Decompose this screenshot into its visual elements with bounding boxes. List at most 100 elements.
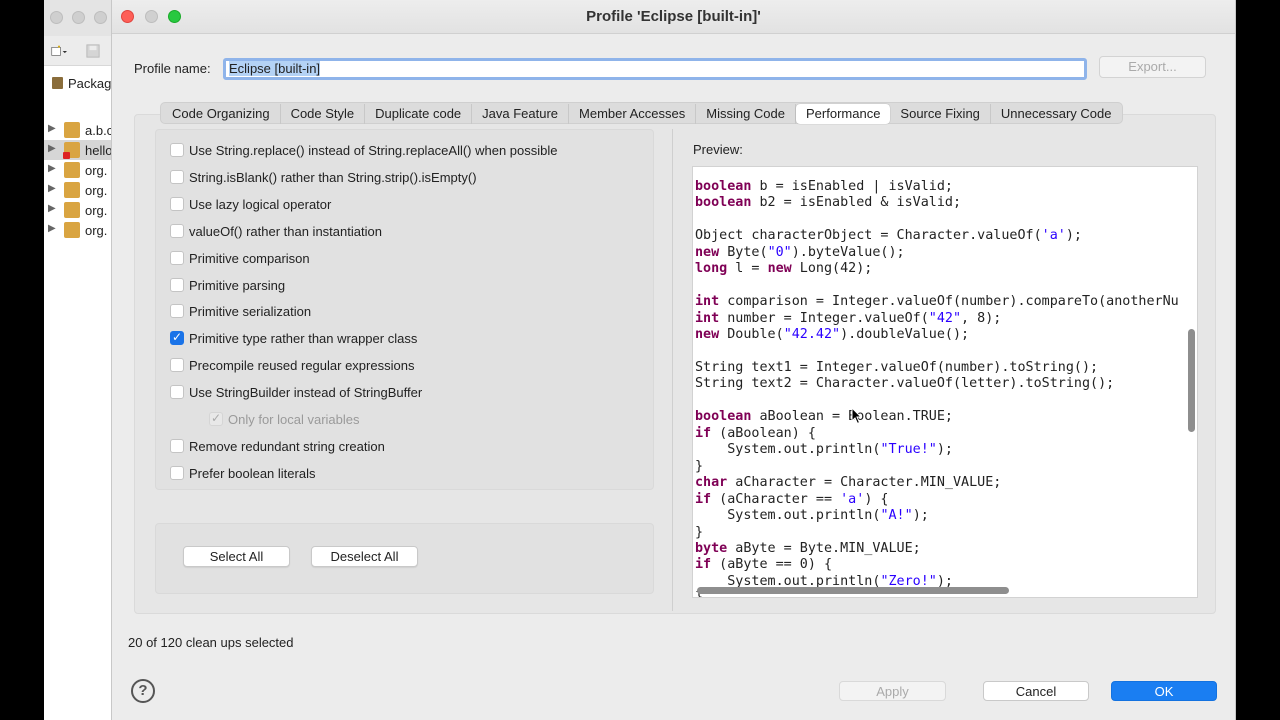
code-line: new Byte("0").byteValue();: [695, 244, 905, 260]
preview-code: boolean b = isEnabled | isValid; boolean …: [695, 179, 1179, 597]
tab-duplicate-code[interactable]: Duplicate code: [365, 104, 473, 124]
expand-arrow-icon[interactable]: ▶: [48, 183, 56, 194]
code-line: if (aBoolean) {: [695, 425, 816, 441]
expand-arrow-icon[interactable]: ▶: [48, 223, 56, 234]
option-label: Remove redundant string creation: [189, 438, 385, 454]
profile-name-input[interactable]: Eclipse [built-in]: [223, 58, 1087, 80]
profile-dialog: Profile 'Eclipse [built-in]' Profile nam…: [111, 0, 1236, 720]
option-checkbox[interactable]: [170, 223, 184, 238]
panel-divider[interactable]: [672, 129, 673, 611]
expand-arrow-icon[interactable]: ▶: [48, 163, 56, 174]
option-label: Only for local variables: [228, 412, 360, 427]
code-line: boolean aBoolean = Boolean.TRUE;: [695, 409, 953, 425]
option-checkbox[interactable]: [170, 385, 184, 400]
option-label: Primitive parsing: [189, 277, 286, 293]
export-button[interactable]: Export...: [1099, 56, 1206, 78]
tree-item-label: hello: [85, 143, 113, 158]
option-checkbox[interactable]: [170, 169, 184, 184]
tree-item-label: org.: [85, 223, 108, 238]
cleanup-options-panel: Use String.replace() instead of String.r…: [155, 129, 654, 490]
option-checkbox[interactable]: [170, 196, 184, 211]
tab-source-fixing[interactable]: Source Fixing: [890, 104, 991, 124]
new-wizard-icon[interactable]: [51, 44, 67, 58]
option-label: Precompile reused regular expressions: [189, 358, 415, 374]
code-line: }: [695, 458, 704, 474]
vertical-scrollbar[interactable]: [1188, 329, 1195, 432]
status-text: 20 of 120 clean ups selected: [128, 635, 294, 650]
code-line: }: [695, 524, 704, 540]
code-line: long l = new Long(42);: [695, 261, 873, 277]
code-line: boolean b = isEnabled | isValid;: [695, 179, 953, 194]
code-line: String text1 = Integer.valueOf(number).t…: [695, 359, 1099, 375]
tab-unnecessary-code[interactable]: Unnecessary Code: [991, 104, 1122, 124]
option-checkbox[interactable]: [170, 250, 184, 265]
preview-label: Preview:: [693, 142, 743, 157]
code-line: System.out.println("True!");: [695, 442, 953, 458]
tree-item-label: org.: [85, 183, 108, 198]
option-label: valueOf() rather than instantiation: [189, 223, 382, 239]
code-line: int comparison = Integer.valueOf(number)…: [695, 294, 1179, 310]
tab-performance[interactable]: Performance: [796, 104, 891, 124]
cancel-button[interactable]: Cancel: [983, 681, 1089, 701]
option-label: Primitive serialization: [189, 304, 312, 320]
ok-button[interactable]: OK: [1111, 681, 1217, 701]
save-icon[interactable]: [85, 44, 101, 58]
project-icon: [64, 182, 80, 198]
deselect-all-button[interactable]: Deselect All: [311, 546, 418, 567]
package-explorer-title: Packag: [52, 76, 111, 91]
option-checkbox[interactable]: [170, 330, 184, 346]
option-label: Primitive comparison: [189, 250, 310, 266]
tab-missing-code[interactable]: Missing Code: [696, 104, 796, 124]
code-line: if (aCharacter == 'a') {: [695, 491, 889, 507]
code-line: int number = Integer.valueOf("42", 8);: [695, 310, 1002, 326]
expand-arrow-icon[interactable]: ▶: [48, 143, 56, 154]
bg-close-light[interactable]: [50, 11, 63, 24]
code-line: byte aByte = Byte.MIN_VALUE;: [695, 540, 921, 556]
tab-java-feature[interactable]: Java Feature: [472, 104, 570, 124]
tree-item-label: a.b.c: [85, 123, 114, 138]
dialog-title: Profile 'Eclipse [built-in]': [586, 8, 761, 25]
select-all-button[interactable]: Select All: [183, 546, 290, 567]
code-line: System.out.println("A!");: [695, 508, 929, 524]
option-label: Use StringBuilder instead of StringBuffe…: [189, 385, 423, 401]
option-checkbox[interactable]: [170, 358, 184, 373]
help-icon[interactable]: ?: [131, 679, 155, 703]
project-icon: [64, 162, 80, 178]
dialog-titlebar: Profile 'Eclipse [built-in]': [112, 0, 1235, 34]
tab-bar: Code Organizing Code Style Duplicate code J…: [160, 102, 1124, 124]
tab-code-organizing[interactable]: Code Organizing: [162, 104, 281, 124]
code-line: boolean b2 = isEnabled & isValid;: [695, 195, 962, 211]
option-checkbox[interactable]: [170, 438, 184, 453]
code-line: char aCharacter = Character.MIN_VALUE;: [695, 475, 1002, 491]
option-label: String.isBlank() rather than String.stri…: [189, 169, 477, 185]
expand-arrow-icon[interactable]: ▶: [48, 123, 56, 134]
horizontal-scrollbar[interactable]: [697, 587, 1009, 594]
apply-button[interactable]: Apply: [839, 681, 946, 701]
expand-arrow-icon[interactable]: ▶: [48, 203, 56, 214]
profile-name-value: Eclipse [built-in]: [229, 61, 321, 76]
project-icon: [63, 142, 80, 159]
code-line: String text2 = Character.valueOf(letter)…: [695, 376, 1115, 392]
option-label: Primitive type rather than wrapper class: [189, 331, 418, 347]
option-checkbox[interactable]: [170, 465, 184, 480]
tree-item-label: org.: [85, 163, 108, 178]
tab-code-style[interactable]: Code Style: [281, 104, 366, 124]
bg-zoom-light[interactable]: [94, 11, 107, 24]
option-checkbox[interactable]: [209, 411, 223, 426]
tab-member-accesses[interactable]: Member Accesses: [569, 104, 697, 124]
bg-minimize-light[interactable]: [72, 11, 85, 24]
option-checkbox[interactable]: [170, 143, 184, 157]
code-line: new Double("42.42").doubleValue();: [695, 327, 970, 343]
mouse-pointer-icon: [851, 407, 863, 425]
code-line: Object characterObject = Character.value…: [695, 228, 1082, 244]
tree-item-label: org.: [85, 203, 108, 218]
preview-pane[interactable]: boolean b = isEnabled | isValid; boolean …: [692, 166, 1198, 598]
option-label: Use String.replace() instead of String.r…: [189, 143, 558, 158]
option-checkbox[interactable]: [170, 277, 184, 292]
option-checkbox[interactable]: [170, 304, 184, 319]
option-label: Prefer boolean literals: [189, 465, 316, 481]
